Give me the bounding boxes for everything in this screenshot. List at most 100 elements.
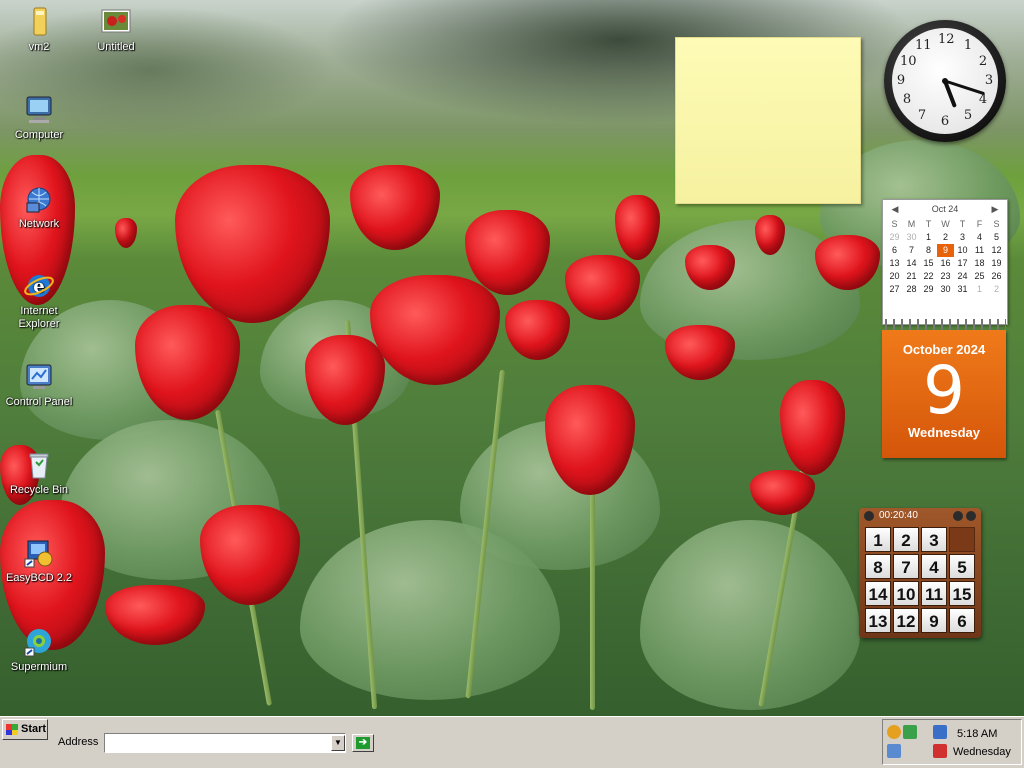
calendar-day-cell[interactable]: 21 xyxy=(903,270,920,283)
calendar-day-cell[interactable]: 5 xyxy=(988,231,1005,244)
calendar-day-cell[interactable]: 16 xyxy=(937,257,954,270)
puzzle-tile[interactable]: 8 xyxy=(865,554,891,579)
desktop-icon-label: Internet Explorer xyxy=(18,305,60,330)
desktop-icon-easybcd[interactable]: EasyBCD 2.2 xyxy=(1,537,77,585)
puzzle-help-icon[interactable] xyxy=(953,511,963,521)
control-panel-icon xyxy=(23,361,55,393)
volume-muted-icon[interactable] xyxy=(933,744,947,758)
desktop-icon-recycle-bin[interactable]: Recycle Bin xyxy=(1,449,77,497)
wallpaper-tulip xyxy=(505,300,570,360)
calendar-day-cell[interactable]: 22 xyxy=(920,270,937,283)
puzzle-tile[interactable]: 4 xyxy=(921,554,947,579)
calendar-weekday-header: F xyxy=(976,219,983,229)
address-dropdown-button[interactable]: ▼ xyxy=(331,735,345,751)
wallpaper-tulip xyxy=(350,165,440,250)
address-label: Address xyxy=(58,736,99,748)
display-icon[interactable] xyxy=(887,744,901,758)
calendar-day-cell[interactable]: 23 xyxy=(937,270,954,283)
calendar-day-cell[interactable]: 9 xyxy=(937,244,954,257)
calendar-day-cell[interactable]: 1 xyxy=(971,283,988,296)
calendar-day-cell[interactable]: 27 xyxy=(886,283,903,296)
calendar-day-cell[interactable]: 1 xyxy=(920,231,937,244)
calendar-day-cell[interactable]: 2 xyxy=(988,283,1005,296)
calendar-day-cell[interactable]: 13 xyxy=(886,257,903,270)
puzzle-tile[interactable]: 9 xyxy=(921,608,947,633)
desktop-icon-computer[interactable]: Computer xyxy=(1,94,77,142)
puzzle-tile[interactable]: 15 xyxy=(949,581,975,606)
recycle-bin-icon xyxy=(23,449,55,481)
calendar-day-cell[interactable]: 2 xyxy=(937,231,954,244)
calendar-day-cell[interactable]: 15 xyxy=(920,257,937,270)
calendar-day-cell[interactable]: 29 xyxy=(920,283,937,296)
puzzle-tile[interactable]: 7 xyxy=(893,554,919,579)
sticky-note-gadget[interactable] xyxy=(675,37,861,204)
calendar-day-cell[interactable]: 17 xyxy=(954,257,971,270)
calendar-day-cell[interactable]: 4 xyxy=(971,231,988,244)
desktop-icon-control-panel[interactable]: Control Panel xyxy=(1,361,77,409)
calendar-day-cell[interactable]: 30 xyxy=(903,231,920,244)
network-icon xyxy=(23,183,55,215)
calendar-day-cell[interactable]: 31 xyxy=(954,283,971,296)
puzzle-tile[interactable]: 1 xyxy=(865,527,891,552)
puzzle-empty-slot[interactable] xyxy=(949,527,975,552)
address-go-button[interactable]: ➔ xyxy=(352,734,374,752)
puzzle-tile[interactable]: 3 xyxy=(921,527,947,552)
desktop-icon-supermium[interactable]: Supermium xyxy=(1,626,77,674)
address-input[interactable] xyxy=(104,733,346,753)
calendar-weekday-header: T xyxy=(925,219,932,229)
start-button[interactable]: Start xyxy=(2,719,48,740)
calendar-day-cell[interactable]: 30 xyxy=(937,283,954,296)
calendar-day-cell[interactable]: 11 xyxy=(971,244,988,257)
go-arrow-icon: ➔ xyxy=(356,737,370,749)
calendar-weekday: Wednesday xyxy=(907,425,980,440)
tray-clock-day[interactable]: Wednesday xyxy=(953,746,1011,758)
security-shield-icon[interactable] xyxy=(887,725,901,739)
desktop-icon-label: Supermium xyxy=(10,661,68,673)
calendar-day-view[interactable]: October 2024 9 Wednesday xyxy=(882,330,1006,458)
calendar-day-cell[interactable]: 29 xyxy=(886,231,903,244)
puzzle-tile[interactable]: 5 xyxy=(949,554,975,579)
clock-gadget[interactable]: 12 1 2 3 4 5 6 7 8 9 10 11 xyxy=(884,20,1006,142)
calendar-next-button[interactable]: ▶ xyxy=(989,200,1001,218)
puzzle-shuffle-icon[interactable] xyxy=(966,511,976,521)
calendar-day-cell[interactable]: 25 xyxy=(971,270,988,283)
puzzle-tile[interactable]: 2 xyxy=(893,527,919,552)
desktop-icon-label: Control Panel xyxy=(5,396,73,408)
calendar-day-cell[interactable]: 12 xyxy=(988,244,1005,257)
desktop-icon-label: EasyBCD 2.2 xyxy=(5,572,73,584)
desktop-icon-vm2[interactable]: vm2 xyxy=(1,6,77,54)
puzzle-tile[interactable]: 10 xyxy=(893,581,919,606)
calendar-day-cell[interactable]: 18 xyxy=(971,257,988,270)
puzzle-tile[interactable]: 6 xyxy=(949,608,975,633)
clock-center-pin xyxy=(942,78,948,84)
puzzle-tile[interactable]: 13 xyxy=(865,608,891,633)
calendar-day-cell[interactable]: 26 xyxy=(988,270,1005,283)
windows-logo-icon xyxy=(6,724,18,735)
calendar-day-cell[interactable]: 6 xyxy=(886,244,903,257)
calendar-day-cell[interactable]: 3 xyxy=(954,231,971,244)
calendar-month-view[interactable]: ◀ Oct 24 ▶ S M T W T F S 29 30 1 2 3 4 5 6 7 8 9 10 11 12 13 1… xyxy=(882,199,1008,325)
desktop-icon-untitled[interactable]: Untitled xyxy=(78,6,154,54)
calendar-day-cell[interactable]: 28 xyxy=(903,283,920,296)
puzzle-gadget[interactable]: 00:20:40 1 2 3 8 7 4 5 14 10 11 15 13 12 9 6 xyxy=(859,508,981,638)
calendar-day-cell[interactable]: 14 xyxy=(903,257,920,270)
desktop-icon-internet-explorer[interactable]: e Internet Explorer xyxy=(1,270,77,331)
calendar-day-cell[interactable]: 8 xyxy=(920,244,937,257)
puzzle-pause-icon[interactable] xyxy=(864,511,874,521)
check-status-icon[interactable] xyxy=(903,725,917,739)
calendar-day-cell[interactable]: 10 xyxy=(954,244,971,257)
calendar-day-cell[interactable]: 24 xyxy=(954,270,971,283)
network-status-icon[interactable] xyxy=(933,725,947,739)
calendar-prev-button[interactable]: ◀ xyxy=(889,200,901,218)
calendar-day-cell[interactable]: 19 xyxy=(988,257,1005,270)
wallpaper-tulip xyxy=(115,218,137,248)
calendar-weekday-header: M xyxy=(907,219,916,229)
desktop-icon-network[interactable]: Network xyxy=(1,183,77,231)
puzzle-tile[interactable]: 12 xyxy=(893,608,919,633)
tray-clock-time[interactable]: 5:18 AM xyxy=(957,728,997,740)
puzzle-tile[interactable]: 11 xyxy=(921,581,947,606)
calendar-day-cell[interactable]: 20 xyxy=(886,270,903,283)
calendar-day-cell[interactable]: 7 xyxy=(903,244,920,257)
calendar-weekday-header: W xyxy=(941,219,950,229)
puzzle-tile[interactable]: 14 xyxy=(865,581,891,606)
